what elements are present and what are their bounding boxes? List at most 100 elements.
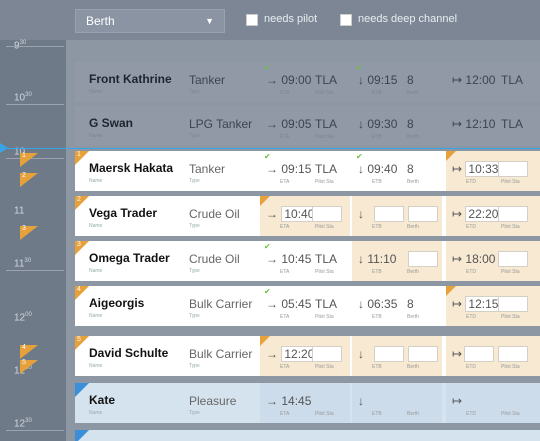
berth-input[interactable] (408, 251, 438, 267)
etb-section[interactable]: ↓ 06:35 8 ETB Berth (352, 286, 442, 326)
etb-input[interactable] (374, 346, 404, 362)
vessel-row[interactable]: 4 Aigeorgis Name Bulk Carrier Type ✔ → 0… (75, 286, 540, 326)
etb-input[interactable] (374, 206, 404, 222)
arrow-right-to-bar-icon: → (266, 252, 278, 266)
pilot-station-input[interactable] (312, 346, 342, 362)
name-sublabel: Name (89, 223, 103, 229)
berth-sublabel: Berth (407, 224, 419, 230)
etb-section[interactable]: ↓ ETB Berth (352, 336, 442, 376)
etd-section[interactable]: ↦ ETD Pilot Sta (446, 336, 540, 376)
pilot-station: TLA (315, 117, 338, 131)
etd-input[interactable] (464, 346, 494, 362)
timeline-column[interactable]: 930 1030 10 11 1130 1200 1230 1230 1 2 3… (0, 40, 66, 441)
sequence-number: 2 (77, 196, 81, 203)
eta-section[interactable]: → 12:20 ETA Pilot Sta (260, 336, 350, 376)
name-sublabel: Name (89, 89, 103, 95)
eta-section[interactable]: ✔ → 05:45 TLA ETA Pilot Sta (260, 286, 350, 326)
time-tick: 1030 (14, 92, 32, 104)
etd-section[interactable]: ↦ 12:00 TLA (446, 62, 540, 102)
sequence-number: 4 (77, 286, 81, 293)
berth-select[interactable]: Berth ▼ (75, 9, 225, 33)
vessel-type: Crude Oil (189, 252, 240, 266)
pilot-out-input[interactable] (498, 296, 528, 312)
eta-section[interactable]: ✔ → 09:15 TLA ETA Pilot Sta (260, 151, 350, 191)
vessel-row[interactable]: 5 David Schulte Name Bulk Carrier Type →… (75, 336, 540, 376)
timeline-badge[interactable]: 3 (20, 225, 38, 240)
sequence-number: 3 (77, 241, 81, 248)
arrow-right-to-bar-icon: → (266, 297, 278, 311)
vessel-row[interactable] (75, 430, 540, 441)
etd-sublabel: ETD (466, 411, 476, 417)
etb-sublabel: ETB (372, 224, 382, 230)
etd-section[interactable]: ↦ 12:10 TLA (446, 106, 540, 146)
etb-sublabel: ETB (372, 134, 382, 140)
etb-section[interactable]: ↓ 09:30 8 ETB Berth (352, 106, 442, 146)
arrow-down-icon: ↓ (358, 297, 364, 311)
berth-input[interactable] (408, 206, 438, 222)
vessel-type: Tanker (189, 162, 226, 176)
etb-section[interactable]: ↓ ETB Berth (352, 383, 442, 423)
bar-arrow-right-icon: ↦ (452, 117, 463, 131)
warning-corner (260, 196, 270, 206)
berth-input[interactable] (408, 346, 438, 362)
pilot-out-input[interactable] (498, 346, 528, 362)
name-sublabel: Name (89, 178, 103, 184)
berth-sublabel: Berth (407, 411, 419, 417)
pilot-out-input[interactable] (498, 251, 528, 267)
timeline-badge[interactable]: 5 (20, 359, 38, 374)
vessel-row[interactable]: G Swan Name LPG Tanker Type → 09:05 TLA … (75, 106, 540, 146)
etd-value: ↦ 10:33 (452, 161, 502, 177)
etb-sublabel: ETB (372, 314, 382, 320)
eta-section[interactable]: → 10:40 ETA Pilot Sta (260, 196, 350, 236)
check-icon: ✔ (356, 152, 363, 161)
eta-value: → 10:40 (266, 206, 318, 222)
time-tick: 11 (14, 205, 25, 217)
vessel-type: Pleasure (189, 394, 237, 408)
etb-section[interactable]: ↓ ETB Berth (352, 196, 442, 236)
eta-value: → 09:00 (266, 73, 312, 87)
eta-section[interactable]: ✔ → 09:00 TLA ETA Pilot Sta (260, 62, 350, 102)
pilot-sublabel: Pilot Sta (315, 314, 334, 320)
pilot-out-input[interactable] (498, 206, 528, 222)
arrow-down-icon: ↓ (358, 347, 364, 361)
eta-value: → 09:15 (266, 162, 312, 176)
needs-deep-channel-checkbox[interactable] (340, 14, 352, 26)
timeline-badge[interactable]: 2 (20, 172, 38, 187)
tick-line (6, 270, 64, 271)
arrow-down-icon: ↓ (358, 117, 364, 131)
etd-section[interactable]: ↦ ETD Pilot Sta (446, 383, 540, 423)
sequence-number: 1 (77, 151, 81, 158)
type-sublabel: Type (189, 178, 200, 184)
etb-section[interactable]: ✔ ↓ 09:40 8 ETB Berth (352, 151, 442, 191)
vessel-row[interactable]: 2 Vega Trader Name Crude Oil Type → 10:4… (75, 196, 540, 236)
etd-section[interactable]: ↦ 10:33 ETD Pilot Sta (446, 151, 540, 191)
vessel-row[interactable]: Kate Name Pleasure Type → 14:45 ETA Pilo… (75, 383, 540, 423)
eta-section[interactable]: ✔ → 10:45 TLA ETA Pilot Sta (260, 241, 350, 281)
check-icon: ✔ (264, 287, 271, 296)
berth-select-value: Berth (86, 14, 115, 28)
etd-section[interactable]: ↦ 12:15 ETD Pilot Sta (446, 286, 540, 326)
etb-sublabel: ETB (372, 269, 382, 275)
etb-section[interactable]: ✔ ↓ 09:15 8 ETB Berth (352, 62, 442, 102)
etd-value: ↦ 22:20 (452, 206, 502, 222)
pilot-sublabel: Pilot Sta (315, 90, 334, 96)
etd-section[interactable]: ↦ 22:20 ETD Pilot Sta (446, 196, 540, 236)
eta-sublabel: ETA (280, 314, 290, 320)
vessel-row[interactable]: Front Kathrine Name Tanker Type ✔ → 09:0… (75, 62, 540, 102)
pilot-station-input[interactable] (312, 206, 342, 222)
name-sublabel: Name (89, 133, 103, 139)
current-time-marker (0, 143, 8, 153)
etd-section[interactable]: ↦ 18:00 ETD Pilot Sta (446, 241, 540, 281)
etb-section[interactable]: ↓ 11:10 ETB Berth (352, 241, 442, 281)
vessel-row[interactable]: 1 Maersk Hakata Name Tanker Type ✔ → 09:… (75, 151, 540, 191)
vessel-row[interactable]: 3 Omega Trader Name Crude Oil Type ✔ → 1… (75, 241, 540, 281)
timeline-badge[interactable]: 4 (20, 344, 38, 359)
timeline-badge[interactable]: 1 (20, 152, 38, 167)
needs-pilot-checkbox[interactable] (246, 14, 258, 26)
time-tick: 1200 (14, 312, 32, 324)
eta-section[interactable]: → 09:05 TLA ETA Pilot Sta (260, 106, 350, 146)
eta-section[interactable]: → 14:45 ETA Pilot Sta (260, 383, 350, 423)
sequence-number: 5 (77, 336, 81, 343)
pilot-out-input[interactable] (498, 161, 528, 177)
time-tick: 1130 (14, 258, 32, 270)
